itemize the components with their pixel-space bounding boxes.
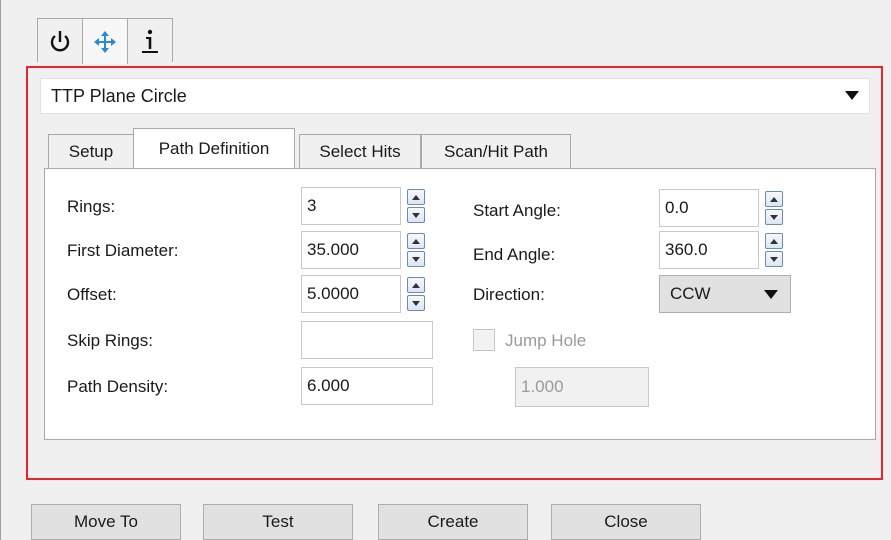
first-diameter-spinner[interactable] [407, 233, 425, 267]
first-diameter-label: First Diameter: [67, 241, 179, 260]
path-density-field[interactable]: 6.000 [301, 367, 433, 405]
chevron-down-icon [845, 91, 859, 100]
offset-label: Offset: [67, 285, 117, 304]
tab-scan-hit-path[interactable]: Scan/Hit Path [421, 134, 571, 168]
test-button[interactable]: Test [203, 504, 353, 540]
move-to-button[interactable]: Move To [31, 504, 181, 540]
end-angle-spinner[interactable] [765, 233, 783, 267]
jump-hole-label: Jump Hole [505, 331, 587, 350]
end-angle-field[interactable]: 360.0 [659, 231, 759, 269]
start-angle-field[interactable]: 0.0 [659, 189, 759, 227]
create-button[interactable]: Create [378, 504, 528, 540]
spin-up-icon[interactable] [765, 191, 783, 207]
tab-move[interactable] [82, 18, 128, 64]
tab-label: Scan/Hit Path [444, 141, 548, 161]
rings-label: Rings: [67, 197, 116, 216]
dialog-window: TTP Plane Circle Setup Path Definition S… [0, 0, 891, 540]
spin-up-icon[interactable] [765, 233, 783, 249]
spin-down-icon[interactable] [765, 251, 783, 267]
tab-label: Setup [68, 141, 114, 161]
feature-type-value: TTP Plane Circle [51, 85, 187, 106]
path-density-label: Path Density: [67, 377, 169, 396]
spin-down-icon[interactable] [407, 207, 425, 223]
spin-down-icon[interactable] [407, 295, 425, 311]
spin-up-icon[interactable] [407, 277, 425, 293]
button-label: Close [604, 512, 648, 531]
feature-type-dropdown[interactable]: TTP Plane Circle [40, 78, 870, 114]
path-definition-panel: Rings: 3 First Diameter: 35.000 Offset: … [44, 168, 876, 440]
icon-tab-strip [37, 18, 173, 64]
tab-path-definition[interactable]: Path Definition [133, 128, 295, 168]
rings-field[interactable]: 3 [301, 187, 401, 225]
tab-label: Select Hits [319, 141, 401, 161]
button-label: Create [427, 512, 479, 531]
end-angle-label: End Angle: [473, 245, 556, 264]
move-arrows-icon [94, 30, 116, 53]
chevron-down-icon [764, 290, 778, 299]
button-label: Move To [74, 512, 138, 531]
spin-up-icon[interactable] [407, 233, 425, 249]
direction-label: Direction: [473, 285, 545, 304]
spin-up-icon[interactable] [407, 189, 425, 205]
power-icon [50, 30, 70, 51]
rings-spinner[interactable] [407, 189, 425, 223]
close-button[interactable]: Close [551, 504, 701, 540]
direction-select[interactable]: CCW [659, 275, 791, 313]
tab-select-hits[interactable]: Select Hits [299, 134, 421, 168]
start-angle-spinner[interactable] [765, 191, 783, 225]
skip-rings-label: Skip Rings: [67, 331, 153, 350]
jump-hole-field[interactable]: 1.000 [515, 367, 649, 407]
info-icon [142, 29, 158, 53]
offset-spinner[interactable] [407, 277, 425, 311]
highlight-frame: TTP Plane Circle Setup Path Definition S… [26, 66, 883, 480]
tab-setup[interactable]: Setup [48, 134, 134, 168]
spin-down-icon[interactable] [765, 209, 783, 225]
skip-rings-field[interactable] [301, 321, 433, 359]
start-angle-label: Start Angle: [473, 201, 561, 220]
button-label: Test [262, 512, 294, 531]
direction-value: CCW [670, 284, 711, 303]
jump-hole-checkbox[interactable] [473, 329, 495, 351]
first-diameter-field[interactable]: 35.000 [301, 231, 401, 269]
spin-down-icon[interactable] [407, 251, 425, 267]
tab-power[interactable] [37, 18, 83, 62]
offset-field[interactable]: 5.0000 [301, 275, 401, 313]
tab-label: Path Definition [158, 138, 270, 158]
tab-info[interactable] [127, 18, 173, 62]
